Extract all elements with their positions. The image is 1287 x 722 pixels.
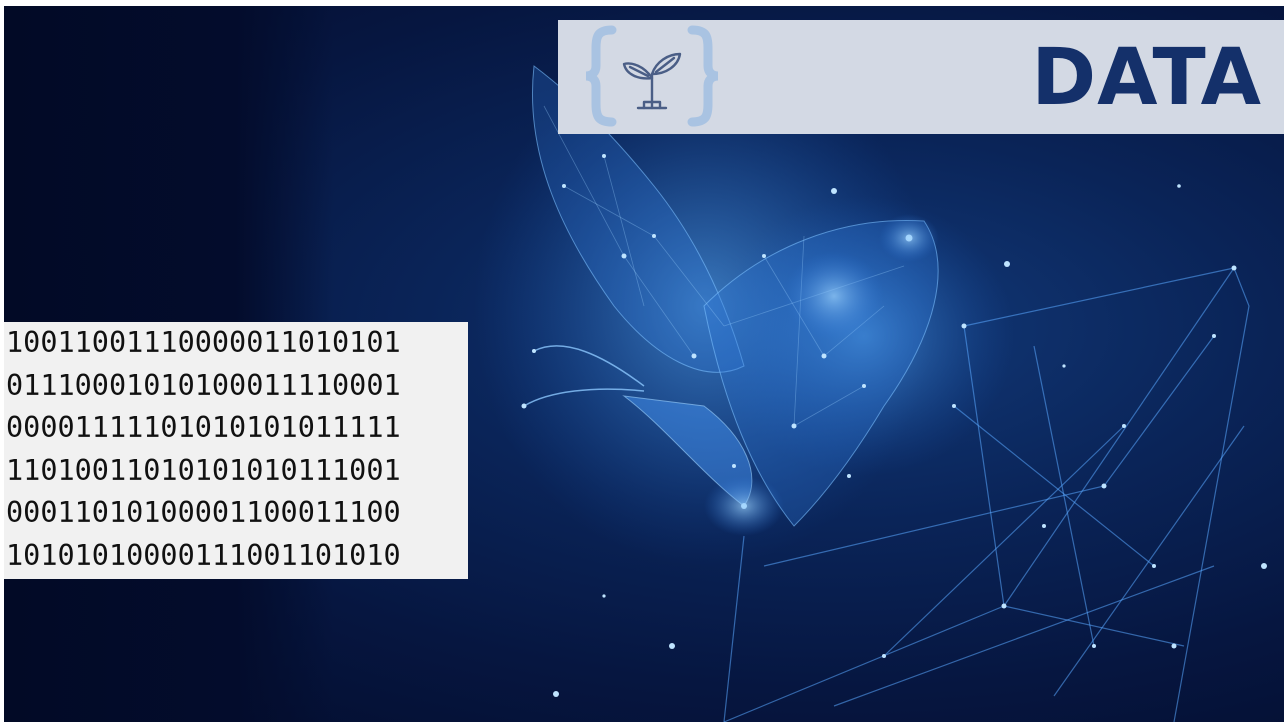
binary-line: 11010011010101010111001 [6, 453, 401, 487]
slide-title: DATA [1031, 33, 1262, 123]
binary-line: 00001111101010101011111 [6, 411, 401, 444]
binary-code-box: 10011001110000011010101 0111000101010001… [4, 322, 468, 579]
binary-line: 10101010000111001101010 [6, 538, 401, 572]
sprout-in-braces-icon [585, 25, 719, 127]
binary-line: 10011001110000011010101 [6, 326, 401, 359]
binary-line: 01110001010100011110001 [6, 368, 401, 402]
title-banner: DATA [558, 20, 1284, 134]
slide: DATA 10011001110000011010101 01110001010… [4, 6, 1284, 722]
binary-line: 00011010100001100011100 [6, 496, 401, 529]
